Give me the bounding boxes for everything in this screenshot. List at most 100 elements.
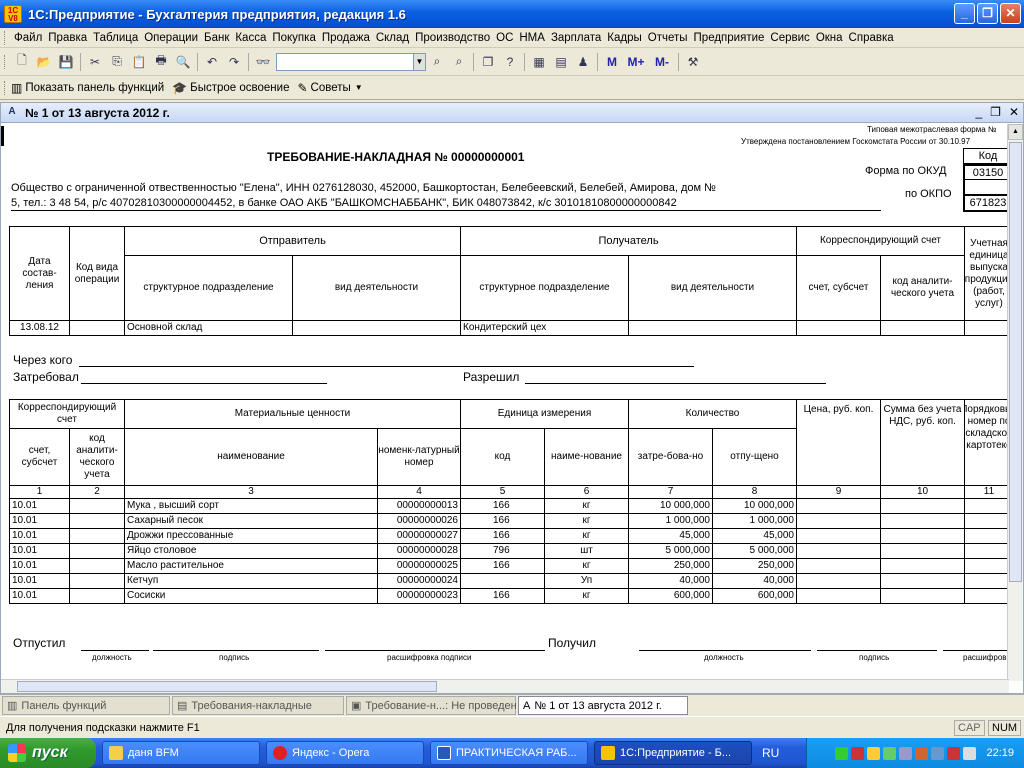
menu-fixed-assets[interactable]: ОС [493,32,516,44]
tab-function-panel[interactable]: ▥ Панель функций [2,696,170,715]
start-button[interactable]: пуск [0,738,96,768]
menu-table[interactable]: Таблица [90,32,141,44]
menu-windows[interactable]: Окна [813,32,846,44]
calculator-icon[interactable]: ▦ [529,52,549,72]
menu-intangibles[interactable]: НМА [516,32,548,44]
new-icon[interactable]: 🗋 [12,52,32,72]
menu-edit[interactable]: Правка [45,32,90,44]
taskbar-item-opera[interactable]: Яндекс - Opera [266,741,424,765]
paste-icon[interactable]: 📋 [129,52,149,72]
menu-file[interactable]: Файл [11,32,45,44]
redo-icon[interactable]: ↷ [224,52,244,72]
cut-icon[interactable]: ✂ [85,52,105,72]
tray-app-icon[interactable] [867,746,881,760]
system-tray: 22:19 [806,738,1024,768]
taskbar-item-word[interactable]: ПРАКТИЧЕСКАЯ РАБ... [430,741,588,765]
menu-cash[interactable]: Касса [232,32,269,44]
memory-plus-icon[interactable]: M+ [624,52,648,72]
menu-sales[interactable]: Продажа [319,32,373,44]
cell-name: Кетчуп [124,573,378,589]
horizontal-scrollbar[interactable] [1,679,1009,693]
user-icon[interactable]: ♟ [573,52,593,72]
memory-minus-icon[interactable]: M- [650,52,674,72]
help-icon[interactable]: ? [500,52,520,72]
col-number: 10 [880,485,965,499]
calendar-icon[interactable]: ▤ [551,52,571,72]
search-dropdown-icon[interactable]: ▼ [414,52,426,71]
released-by-label: Отпустил [13,636,66,650]
items-requested: затре-бова-но [628,428,713,486]
close-button[interactable]: ✕ [1000,3,1021,24]
cell-released: 10 000,000 [712,498,797,514]
taskbar-item-1c[interactable]: 1С:Предприятие - Б... [594,741,752,765]
cell-price [796,498,881,514]
doc-close-button[interactable]: ✕ [1009,105,1019,119]
cell-sum [880,558,965,574]
header-sender-activity: вид деятельности [292,255,461,321]
tray-app-icon[interactable] [947,746,961,760]
cell-requested: 10 000,000 [628,498,713,514]
taskbar-item-folder[interactable]: даня BFM [102,741,260,765]
doc-minimize-button[interactable]: _ [975,105,982,119]
show-function-panel-button[interactable]: ▥ Показать панель функций [11,81,164,95]
cell-analytic [69,543,125,559]
language-indicator[interactable]: RU [762,746,779,760]
tab-requisitions-list[interactable]: ▤ Требования-накладные [172,696,344,715]
tray-app-icon[interactable] [835,746,849,760]
tools-icon[interactable]: ⚒ [683,52,703,72]
memory-m-icon[interactable]: M [602,52,622,72]
cell-price [796,573,881,589]
menu-production[interactable]: Производство [412,32,493,44]
minimize-button[interactable]: _ [954,3,975,24]
menu-warehouse[interactable]: Склад [373,32,412,44]
print-icon[interactable]: 🖶 [151,52,171,72]
doc-restore-button[interactable]: ❐ [990,105,1001,119]
items-card-no: Порядковый номер по складской картотеке [964,399,1009,486]
tray-app-icon[interactable] [931,746,945,760]
toolbar-grip [4,30,7,45]
received-by-label: Получил [548,636,596,650]
menu-operations[interactable]: Операции [141,32,201,44]
menu-salary[interactable]: Зарплата [548,32,604,44]
undo-icon[interactable]: ↶ [202,52,222,72]
find-next-icon[interactable]: ⌕ [427,52,447,72]
menu-service[interactable]: Сервис [767,32,812,44]
tab-printed-form[interactable]: A № 1 от 13 августа 2012 г. [518,696,688,715]
menu-help[interactable]: Справка [846,32,897,44]
vertical-scrollbar[interactable]: ▲ [1007,124,1023,681]
search-input[interactable] [276,52,414,71]
save-icon[interactable]: 💾 [56,52,76,72]
tab-requisition-document[interactable]: ▣ Требование-н...: Не проведен [346,696,517,715]
copy-icon[interactable]: ⎘ [107,52,127,72]
cell-analytic [69,528,125,544]
tray-app-icon[interactable] [899,746,913,760]
start-label: пуск [32,744,68,761]
menu-purchase[interactable]: Покупка [269,32,318,44]
row-receiver-unit: Кондитерский цех [460,320,629,336]
clock[interactable]: 22:19 [986,747,1014,759]
scroll-up-icon[interactable]: ▲ [1008,124,1023,140]
tray-app-icon[interactable] [851,746,865,760]
windows-icon[interactable]: ❐ [478,52,498,72]
binoculars-icon[interactable]: 👓 [253,52,273,72]
tray-app-icon[interactable] [915,746,929,760]
cell-card [964,558,1009,574]
tray-app-icon[interactable] [883,746,897,760]
menu-enterprise[interactable]: Предприятие [691,32,768,44]
open-icon[interactable]: 📂 [34,52,54,72]
tips-button[interactable]: ✎ Советы ▼ [297,81,362,95]
quick-start-button[interactable]: 🎓 Быстрое освоение [172,81,289,95]
items-unit-code: код [460,428,545,486]
maximize-button[interactable]: ❐ [977,3,998,24]
find-prev-icon[interactable]: ⌕ [449,52,469,72]
menu-bank[interactable]: Банк [201,32,232,44]
spreadsheet-document[interactable]: Типовая межотраслевая форма № Утверждена… [1,124,1009,681]
volume-icon[interactable] [963,746,977,760]
menu-hr[interactable]: Кадры [604,32,644,44]
cell-requested: 600,000 [628,588,713,604]
hscroll-thumb[interactable] [17,681,437,692]
preview-icon[interactable]: 🔍 [173,52,193,72]
scroll-thumb[interactable] [1009,142,1022,582]
cell-number: 00000000028 [377,543,461,559]
menu-reports[interactable]: Отчеты [645,32,691,44]
